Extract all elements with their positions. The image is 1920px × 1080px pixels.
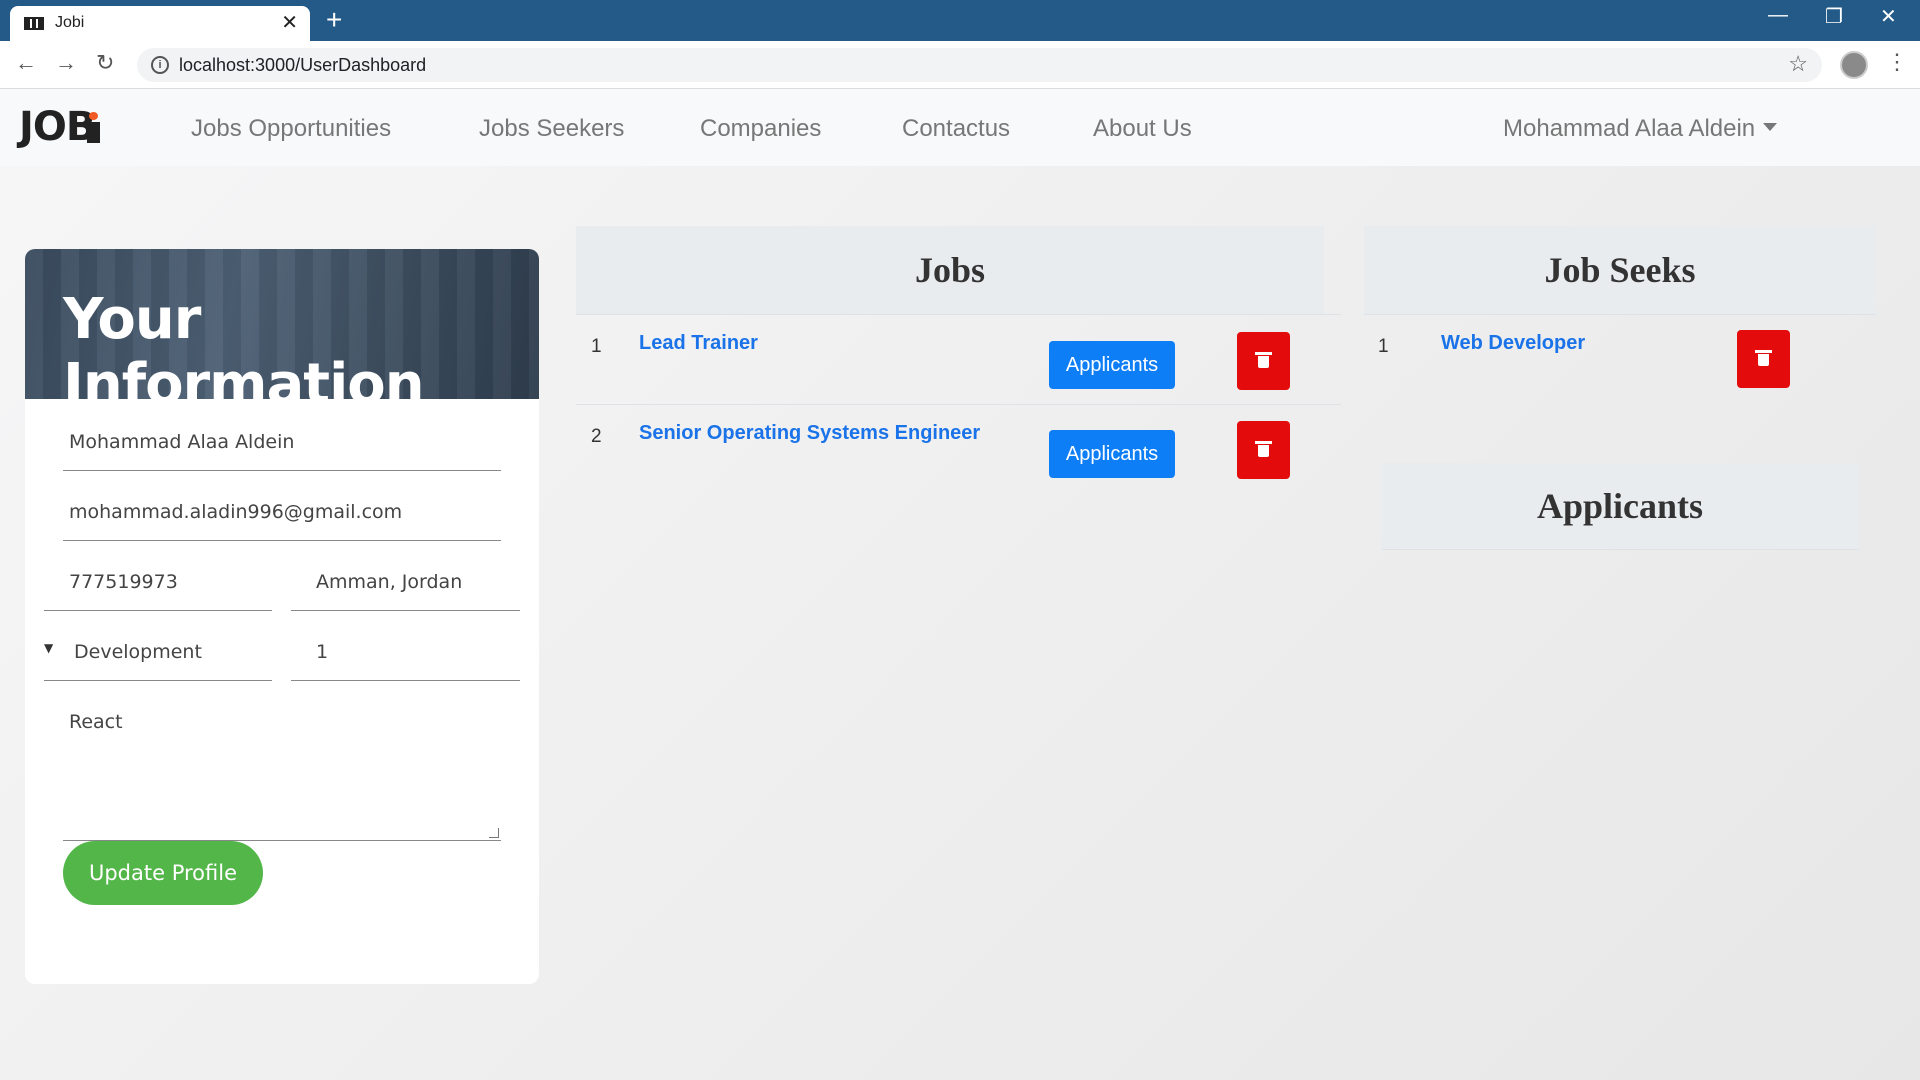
- resize-handle-icon[interactable]: [489, 828, 499, 838]
- delete-job-button[interactable]: [1237, 421, 1290, 479]
- bookmark-star-icon[interactable]: ☆: [1788, 51, 1808, 77]
- info-title: Your Information: [63, 287, 425, 417]
- profile-avatar-icon[interactable]: [1840, 51, 1868, 79]
- job-title-link[interactable]: Lead Trainer: [639, 332, 758, 355]
- nav-link-contactus[interactable]: Contactus: [902, 115, 1010, 143]
- job-applicants-button[interactable]: Applicants: [1049, 341, 1175, 389]
- job-row-number: 1: [591, 336, 602, 357]
- job-row-number: 2: [591, 426, 602, 447]
- dashboard-content: Your Information Mohammad Alaa Aldein mo…: [0, 166, 1920, 1080]
- dropdown-arrow-icon: ▼: [44, 641, 54, 655]
- applicants-header: Applicants: [1382, 463, 1858, 550]
- trash-icon: [1255, 352, 1272, 368]
- job-seek-row-number: 1: [1378, 336, 1389, 357]
- reload-icon[interactable]: ↻: [96, 50, 114, 76]
- email-field[interactable]: mohammad.aladin996@gmail.com: [63, 491, 501, 541]
- user-name: Mohammad Alaa Aldein: [1503, 115, 1756, 142]
- nav-link-jobs-opportunities[interactable]: Jobs Opportunities: [191, 115, 391, 143]
- user-dropdown[interactable]: Mohammad Alaa Aldein: [1503, 115, 1778, 143]
- jobs-header-divider: [576, 314, 1341, 315]
- close-tab-icon[interactable]: ✕: [281, 10, 298, 35]
- delete-job-seek-button[interactable]: [1737, 330, 1790, 388]
- browser-tab-bar: Jobi ✕ + — ❐ ✕: [0, 0, 1920, 41]
- location-field[interactable]: Amman, Jordan: [291, 561, 520, 611]
- url-text[interactable]: localhost:3000/UserDashboard: [179, 55, 426, 76]
- job-seek-title-link[interactable]: Web Developer: [1441, 332, 1585, 355]
- new-tab-icon[interactable]: +: [326, 4, 342, 36]
- your-information-card: Your Information Mohammad Alaa Aldein mo…: [25, 249, 539, 984]
- favicon-icon: [24, 17, 44, 30]
- browser-tab[interactable]: Jobi ✕: [10, 6, 310, 41]
- caret-down-icon: [1763, 122, 1778, 131]
- trash-icon: [1255, 441, 1272, 457]
- skills-textarea[interactable]: React: [63, 701, 501, 841]
- jobi-logo[interactable]: JOB: [19, 104, 96, 150]
- browser-menu-icon[interactable]: ⋮: [1886, 49, 1908, 75]
- forward-arrow-icon[interactable]: →: [55, 50, 77, 76]
- nav-link-jobs-seekers[interactable]: Jobs Seekers: [479, 115, 624, 143]
- browser-toolbar: ← → ↻ i localhost:3000/UserDashboard ☆ ⋮: [0, 41, 1920, 89]
- minimize-icon[interactable]: —: [1768, 4, 1788, 27]
- nav-link-companies[interactable]: Companies: [700, 115, 821, 143]
- site-navbar: JOB Jobs Opportunities Jobs Seekers Comp…: [0, 89, 1920, 166]
- job-seeks-header: Job Seeks: [1364, 226, 1876, 315]
- job-seeks-header-divider: [1364, 314, 1876, 315]
- delete-job-button[interactable]: [1237, 332, 1290, 390]
- restore-icon[interactable]: ❐: [1825, 4, 1843, 29]
- category-select[interactable]: Development ▼: [44, 631, 272, 681]
- job-row-divider: [576, 404, 1341, 405]
- job-title-link[interactable]: Senior Operating Systems Engineer: [639, 422, 980, 445]
- phone-field[interactable]: 777519973: [44, 561, 272, 611]
- address-bar[interactable]: i localhost:3000/UserDashboard ☆: [137, 48, 1822, 82]
- info-icon[interactable]: i: [151, 56, 169, 74]
- name-field[interactable]: Mohammad Alaa Aldein: [63, 421, 501, 471]
- jobs-header: Jobs: [576, 226, 1324, 315]
- job-applicants-button[interactable]: Applicants: [1049, 430, 1175, 478]
- tab-title: Jobi: [55, 14, 85, 31]
- experience-field[interactable]: 1: [291, 631, 520, 681]
- back-arrow-icon[interactable]: ←: [15, 50, 37, 76]
- trash-icon: [1755, 350, 1772, 366]
- window-close-icon[interactable]: ✕: [1880, 4, 1897, 29]
- nav-link-about-us[interactable]: About Us: [1093, 115, 1192, 143]
- logo-i-icon: [87, 112, 100, 143]
- update-profile-button[interactable]: Update Profile: [63, 841, 263, 905]
- info-banner: Your Information: [25, 249, 539, 417]
